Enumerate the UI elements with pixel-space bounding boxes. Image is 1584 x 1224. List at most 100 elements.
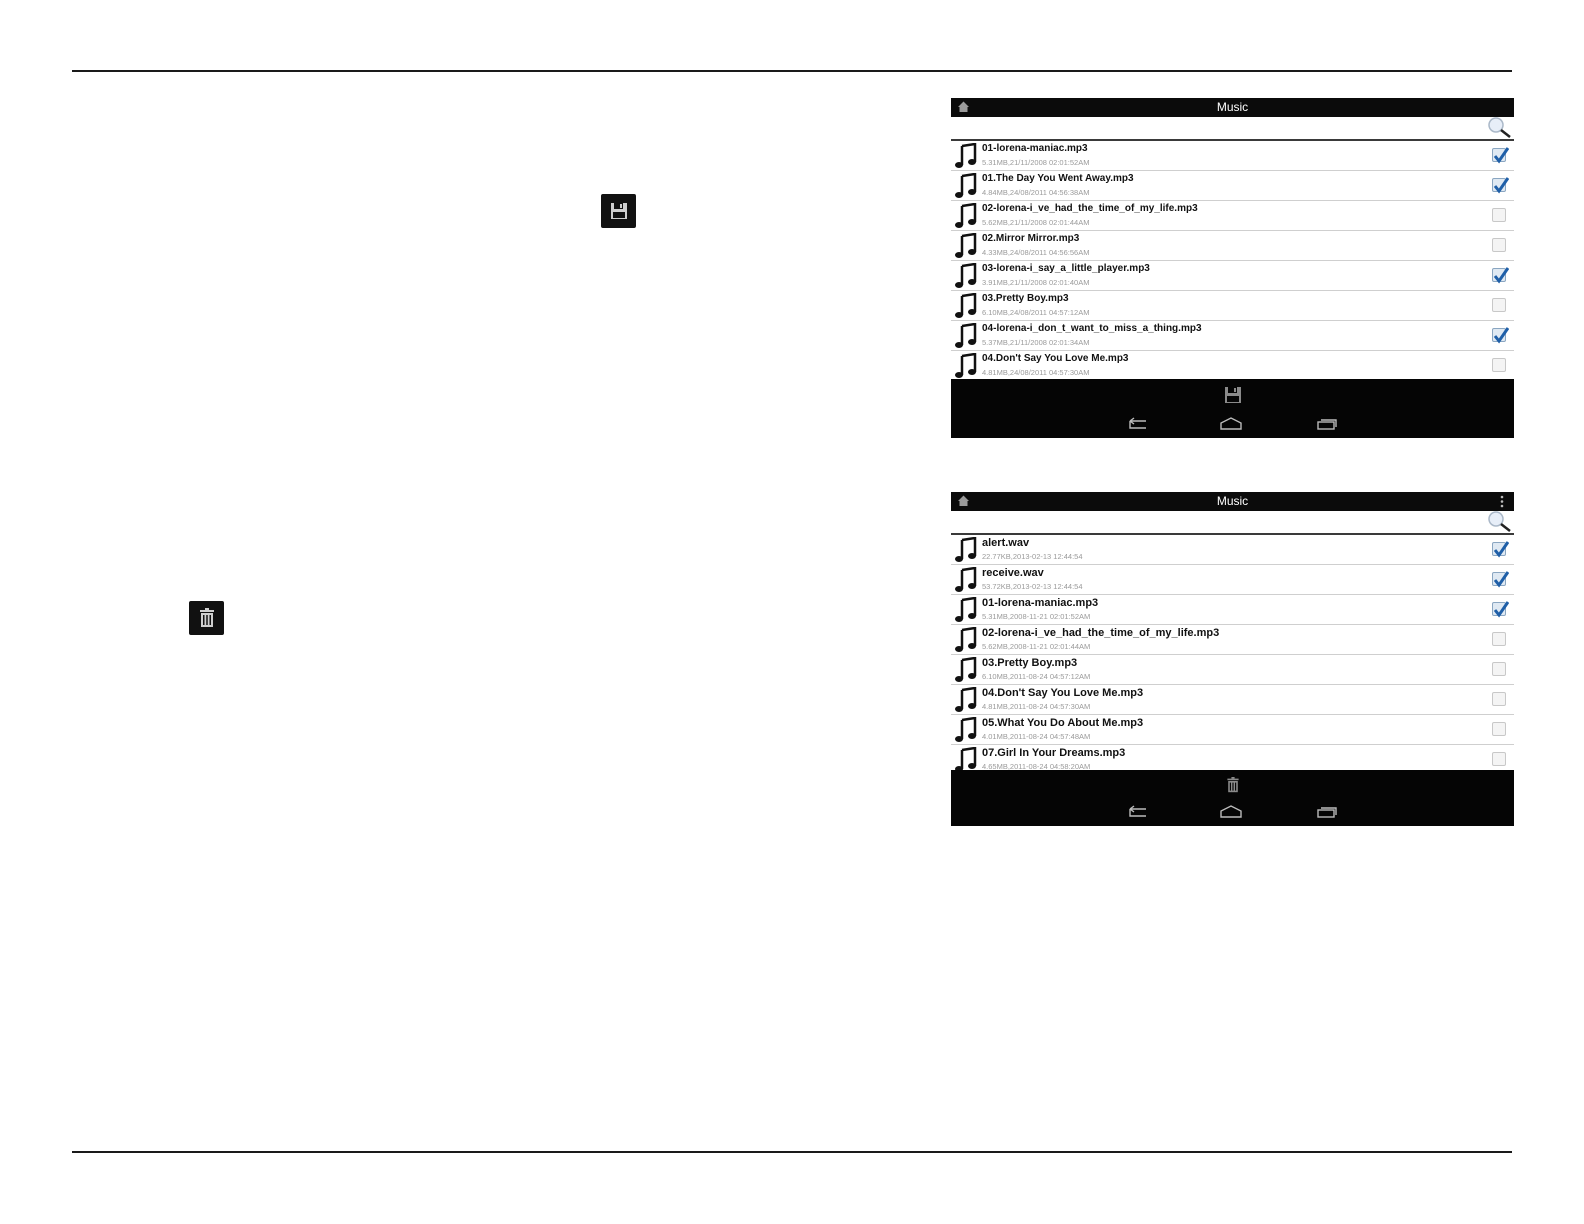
file-meta: 6.10MB,24/08/2011 04:57:12AM <box>982 308 1090 317</box>
music-note-icon <box>954 656 978 688</box>
select-checkbox[interactable] <box>1492 632 1506 646</box>
file-list: 01-lorena-maniac.mp3 5.31MB,21/11/2008 02… <box>951 141 1514 381</box>
file-meta: 5.31MB,2008-11-21 02:01:52AM <box>982 612 1091 621</box>
home-button[interactable] <box>1219 805 1243 824</box>
list-item[interactable]: receive.wav 53.72KB,2013-02-13 12:44:54 <box>951 565 1514 595</box>
delete-button[interactable] <box>1225 776 1241 799</box>
file-meta: 4.01MB,2011-08-24 04:57:48AM <box>982 732 1091 741</box>
music-note-icon <box>954 142 978 174</box>
list-item[interactable]: 02-lorena-i_ve_had_the_time_of_my_life.m… <box>951 625 1514 655</box>
recent-apps-button[interactable] <box>1316 805 1338 824</box>
list-item[interactable]: 01-lorena-maniac.mp3 5.31MB,2008-11-21 02… <box>951 595 1514 625</box>
music-note-icon <box>954 172 978 204</box>
file-meta: 4.33MB,24/08/2011 04:56:56AM <box>982 248 1090 257</box>
select-checkbox[interactable] <box>1492 601 1509 618</box>
select-checkbox[interactable] <box>1492 722 1506 736</box>
select-checkbox[interactable] <box>1492 692 1506 706</box>
file-name: 04.Don't Say You Love Me.mp3 <box>982 353 1129 364</box>
select-checkbox[interactable] <box>1492 571 1509 588</box>
list-item[interactable]: alert.wav 22.77KB,2013-02-13 12:44:54 <box>951 535 1514 565</box>
list-item[interactable]: 03.Pretty Boy.mp3 6.10MB,24/08/2011 04:57… <box>951 291 1514 321</box>
list-item[interactable]: 03.Pretty Boy.mp3 6.10MB,2011-08-24 04:57… <box>951 655 1514 685</box>
list-item[interactable]: 04.Don't Say You Love Me.mp3 4.81MB,2011-… <box>951 685 1514 715</box>
select-checkbox[interactable] <box>1492 327 1509 344</box>
select-checkbox[interactable] <box>1492 752 1506 766</box>
select-checkbox[interactable] <box>1492 662 1506 676</box>
save-icon <box>601 194 636 228</box>
list-item[interactable]: 04.Don't Say You Love Me.mp3 4.81MB,24/08… <box>951 351 1514 381</box>
bottom-rule <box>72 1151 1512 1153</box>
list-item[interactable]: 02-lorena-i_ve_had_the_time_of_my_life.m… <box>951 201 1514 231</box>
file-name: 01-lorena-maniac.mp3 <box>982 143 1088 154</box>
file-meta: 4.84MB,24/08/2011 04:56:38AM <box>982 188 1090 197</box>
file-name: receive.wav <box>982 567 1044 579</box>
file-name: 05.What You Do About Me.mp3 <box>982 717 1144 729</box>
search-icon[interactable] <box>1486 511 1512 538</box>
select-checkbox[interactable] <box>1492 238 1506 252</box>
music-note-icon <box>954 716 978 748</box>
music-screen-save: Music 01-lorena-maniac.mp3 5.31MB,21/11/2… <box>951 98 1514 438</box>
music-note-icon <box>954 232 978 264</box>
back-button[interactable] <box>1126 805 1148 824</box>
file-meta: 6.10MB,2011-08-24 04:57:12AM <box>982 672 1091 681</box>
screen-title: Music <box>1216 100 1249 114</box>
list-item[interactable]: 01.The Day You Went Away.mp3 4.84MB,24/08… <box>951 171 1514 201</box>
title-bar: Music <box>951 98 1514 117</box>
music-note-icon <box>954 322 978 354</box>
select-checkbox[interactable] <box>1492 147 1509 164</box>
file-meta: 5.37MB,21/11/2008 02:01:34AM <box>982 338 1090 347</box>
list-item[interactable]: 02.Mirror Mirror.mp3 4.33MB,24/08/2011 04… <box>951 231 1514 261</box>
home-button[interactable] <box>1219 417 1243 436</box>
file-name: 01.The Day You Went Away.mp3 <box>982 173 1134 184</box>
file-name: 02.Mirror Mirror.mp3 <box>982 233 1080 244</box>
title-bar: Music <box>951 492 1514 511</box>
music-note-icon <box>954 596 978 628</box>
screen-title: Music <box>1216 494 1249 508</box>
select-checkbox[interactable] <box>1492 267 1509 284</box>
file-meta: 5.31MB,21/11/2008 02:01:52AM <box>982 158 1090 167</box>
file-meta: 5.62MB,21/11/2008 02:01:44AM <box>982 218 1090 227</box>
file-name: 02-lorena-i_ve_had_the_time_of_my_life.m… <box>982 203 1198 214</box>
file-name: 03-lorena-i_say_a_little_player.mp3 <box>982 263 1150 274</box>
music-note-icon <box>954 202 978 234</box>
select-checkbox[interactable] <box>1492 541 1509 558</box>
music-screen-delete: Music alert.wav 22.77KB,2013-02-13 12:44:… <box>951 492 1514 826</box>
list-item[interactable]: 05.What You Do About Me.mp3 4.01MB,2011-0… <box>951 715 1514 745</box>
select-checkbox[interactable] <box>1492 177 1509 194</box>
music-note-icon <box>954 566 978 598</box>
search-icon[interactable] <box>1486 117 1512 144</box>
file-meta: 5.62MB,2008-11-21 02:01:44AM <box>982 642 1091 651</box>
music-note-icon <box>954 536 978 568</box>
back-button[interactable] <box>1126 417 1148 436</box>
file-list: alert.wav 22.77KB,2013-02-13 12:44:54 rece… <box>951 535 1514 775</box>
save-button[interactable] <box>1223 385 1243 410</box>
music-note-icon <box>954 626 978 658</box>
file-meta: 4.81MB,2011-08-24 04:57:30AM <box>982 702 1091 711</box>
music-note-icon <box>954 262 978 294</box>
file-meta: 3.91MB,21/11/2008 02:01:40AM <box>982 278 1090 287</box>
music-note-icon <box>954 686 978 718</box>
list-item[interactable]: 01-lorena-maniac.mp3 5.31MB,21/11/2008 02… <box>951 141 1514 171</box>
select-checkbox[interactable] <box>1492 298 1506 312</box>
music-note-icon <box>954 292 978 324</box>
file-meta: 53.72KB,2013-02-13 12:44:54 <box>982 582 1083 591</box>
file-name: 04-lorena-i_don_t_want_to_miss_a_thing.m… <box>982 323 1202 334</box>
file-name: 04.Don't Say You Love Me.mp3 <box>982 687 1144 699</box>
recent-apps-button[interactable] <box>1316 417 1338 436</box>
trash-icon <box>189 601 224 635</box>
file-name: alert.wav <box>982 537 1030 549</box>
file-name: 03.Pretty Boy.mp3 <box>982 657 1078 669</box>
file-name: 07.Girl In Your Dreams.mp3 <box>982 747 1126 759</box>
list-item[interactable]: 03-lorena-i_say_a_little_player.mp3 3.91M… <box>951 261 1514 291</box>
select-checkbox[interactable] <box>1492 208 1506 222</box>
bottom-bar <box>951 770 1514 826</box>
select-checkbox[interactable] <box>1492 358 1506 372</box>
list-item[interactable]: 04-lorena-i_don_t_want_to_miss_a_thing.m… <box>951 321 1514 351</box>
top-rule <box>72 70 1512 72</box>
file-name: 02-lorena-i_ve_had_the_time_of_my_life.m… <box>982 627 1220 639</box>
search-field[interactable] <box>951 511 1514 535</box>
file-name: 01-lorena-maniac.mp3 <box>982 597 1099 609</box>
search-field[interactable] <box>951 117 1514 141</box>
bottom-bar <box>951 379 1514 438</box>
file-meta: 22.77KB,2013-02-13 12:44:54 <box>982 552 1083 561</box>
